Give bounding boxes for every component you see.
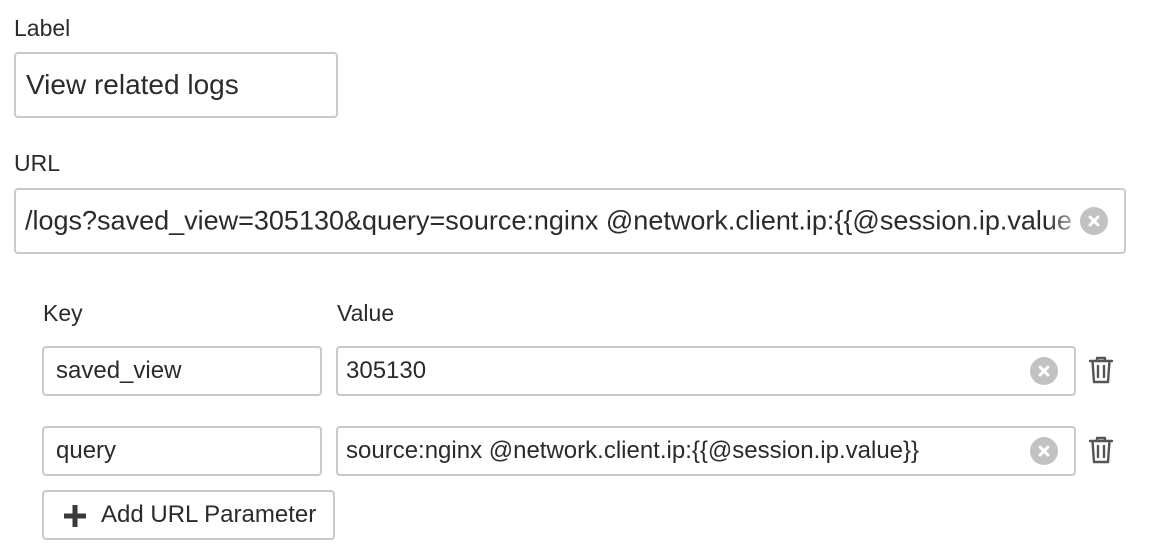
label-input[interactable]: View related logs [14,52,338,118]
param-key-input[interactable]: query [42,426,322,476]
url-clear-icon[interactable] [1080,207,1108,235]
param-key-input[interactable]: saved_view [42,346,322,396]
url-field-label: URL [14,150,61,176]
delete-param-trash-icon[interactable] [1087,355,1115,385]
param-key-value: saved_view [56,357,182,384]
param-value-input[interactable]: source:nginx @network.client.ip:{{@sessi… [336,426,1076,476]
key-column-header: Key [43,300,83,326]
plus-icon [64,505,86,527]
param-value-clear-icon[interactable] [1030,437,1058,465]
value-column-header: Value [337,300,395,326]
url-input-value: /logs?saved_view=305130&query=source:ngi… [25,205,1090,236]
delete-param-trash-icon[interactable] [1087,435,1115,465]
param-value-input[interactable]: 305130 [336,346,1076,396]
param-value-value: 305130 [346,357,427,384]
label-field-label: Label [14,15,71,41]
add-url-parameter-button[interactable]: Add URL Parameter [42,490,335,540]
label-input-value: View related logs [26,69,239,100]
param-value-value: source:nginx @network.client.ip:{{@sessi… [346,437,920,464]
param-key-value: query [56,437,117,464]
add-url-parameter-label: Add URL Parameter [101,501,317,528]
url-input[interactable]: /logs?saved_view=305130&query=source:ngi… [14,188,1126,254]
param-value-clear-icon[interactable] [1030,357,1058,385]
